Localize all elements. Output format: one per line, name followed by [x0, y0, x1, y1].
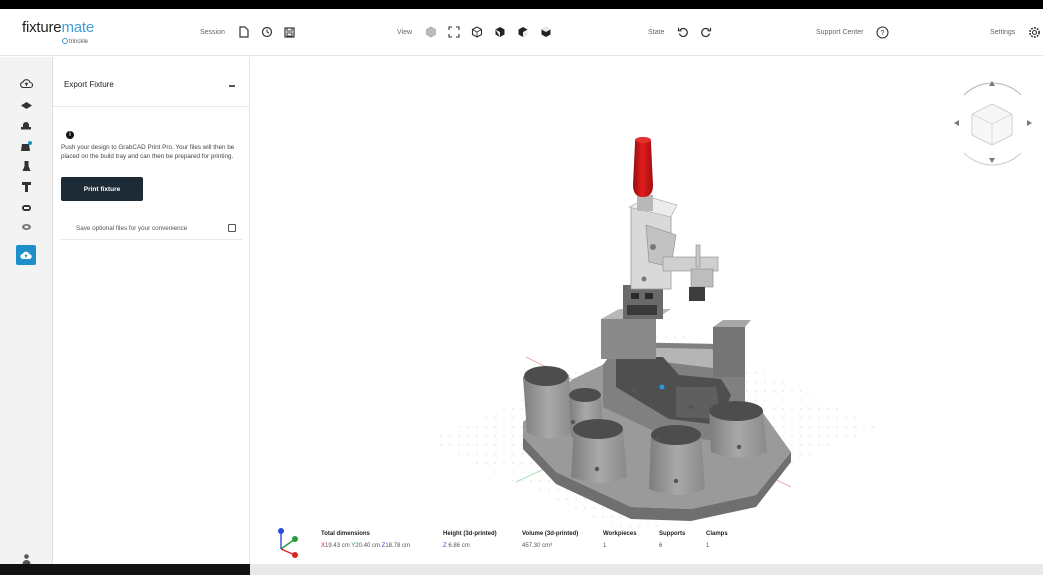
rail-import[interactable]	[15, 74, 37, 92]
view-label: View	[397, 28, 413, 36]
view-fit-icon[interactable]	[447, 25, 461, 39]
optional-files-label: Save optional files for your convenience	[76, 225, 188, 232]
state-label: State	[648, 28, 665, 36]
view-side-icon[interactable]	[516, 25, 530, 39]
total-dimensions-label: Total dimensions	[321, 531, 370, 537]
supports-icon	[22, 161, 30, 171]
new-file-icon[interactable]	[237, 25, 251, 39]
logo-sub-text: trinckle	[69, 39, 89, 45]
fixture-scene[interactable]	[251, 57, 1043, 573]
3d-viewport[interactable]: Total dimensions X19.43 cm Y20.40 cm Z18…	[251, 57, 1043, 573]
logo-main-text: fixture	[22, 19, 62, 36]
clamp-icon	[21, 182, 31, 192]
support-group[interactable]: Support Center ?	[816, 23, 889, 41]
workpiece-icon	[20, 101, 32, 109]
app-logo: fixturemate trinckle	[22, 19, 95, 45]
rail-cutout[interactable]	[15, 218, 37, 236]
optional-files-row[interactable]: Save optional files for your convenience	[61, 218, 242, 240]
optional-files-checkbox[interactable]	[228, 224, 236, 232]
view-iso-icon[interactable]	[470, 25, 484, 39]
top-toolbar: fixturemate trinckle Session View State …	[0, 9, 1043, 56]
cutout-icon	[21, 224, 31, 230]
session-group: Session	[200, 23, 297, 41]
total-dimensions-value: X19.43 cm Y20.40 cm Z18.78 cm	[321, 543, 410, 549]
session-label: Session	[200, 28, 225, 36]
bottom-bar-left	[0, 564, 250, 575]
workpieces-label: Workpieces	[603, 531, 637, 537]
nav-left-arrow-icon	[954, 120, 959, 126]
fixture-icon	[20, 141, 32, 151]
axis-triad	[278, 528, 298, 558]
view-top-icon[interactable]	[539, 25, 553, 39]
trinckle-ring-icon	[62, 38, 68, 44]
stat-volume: Volume (3d-printed) 457.30 cm³	[522, 531, 578, 549]
rail-supports[interactable]	[15, 157, 37, 175]
print-fixture-button[interactable]: Print fixture	[61, 177, 143, 201]
stat-clamps: Clamps 1	[706, 531, 728, 549]
info-text: Push your design to GrabCAD Print Pro. Y…	[61, 144, 235, 160]
rail-baseplate[interactable]	[15, 116, 37, 134]
stat-supports: Supports 6	[659, 531, 685, 549]
help-icon[interactable]: ?	[875, 25, 889, 39]
view-group: View	[397, 23, 553, 41]
state-group: State	[648, 23, 713, 41]
save-icon[interactable]	[283, 25, 297, 39]
bottom-bar	[250, 564, 1043, 575]
label-icon	[21, 205, 31, 211]
app-window: fixturemate trinckle Session View State …	[0, 9, 1043, 573]
rail-export[interactable]	[16, 245, 36, 265]
view-front-icon[interactable]	[493, 25, 507, 39]
height-value: Z 6.86 cm	[443, 543, 470, 549]
height-label: Height (3d-printed)	[443, 531, 497, 537]
export-panel: Export Fixture i Push your design to Gra…	[53, 57, 250, 573]
rail-labels[interactable]	[15, 199, 37, 217]
rail-workpiece[interactable]	[15, 96, 37, 114]
clamps-label: Clamps	[706, 531, 728, 537]
stat-height: Height (3d-printed) Z 6.86 cm	[443, 531, 497, 549]
gear-icon[interactable]	[1027, 25, 1041, 39]
stat-workpieces: Workpieces 1	[603, 531, 637, 549]
redo-icon[interactable]	[699, 25, 713, 39]
panel-title: Export Fixture	[64, 80, 114, 89]
volume-label: Volume (3d-printed)	[522, 531, 579, 537]
clamps-value: 1	[706, 543, 710, 549]
baseplate-icon	[21, 121, 31, 129]
undo-icon[interactable]	[676, 25, 690, 39]
nav-right-arrow-icon	[1027, 120, 1032, 126]
rail-fixture[interactable]	[15, 137, 37, 155]
svg-text:?: ?	[881, 30, 885, 37]
volume-value: 457.30 cm³	[522, 543, 553, 549]
info-icon: i	[66, 131, 74, 139]
view-shaded-icon[interactable]	[424, 25, 438, 39]
supports-value: 6	[659, 543, 663, 549]
logo-accent-text: mate	[61, 19, 95, 36]
settings-group[interactable]: Settings	[990, 23, 1041, 41]
support-center-label[interactable]: Support Center	[816, 29, 863, 36]
left-rail	[0, 57, 53, 573]
rail-clamps[interactable]	[15, 178, 37, 196]
navigation-cube[interactable]	[954, 81, 1032, 166]
cloud-upload-icon	[19, 78, 33, 88]
cloud-export-icon	[20, 251, 32, 260]
panel-header: Export Fixture	[53, 57, 249, 107]
supports-label: Supports	[659, 531, 686, 537]
stat-total-dimensions: Total dimensions X19.43 cm Y20.40 cm Z18…	[321, 531, 410, 549]
history-icon[interactable]	[260, 25, 274, 39]
toggle-clamp-model	[623, 137, 719, 319]
collapse-icon[interactable]	[229, 85, 235, 87]
settings-label[interactable]: Settings	[990, 29, 1015, 36]
nav-down-arrow-icon	[989, 158, 995, 163]
workpieces-value: 1	[603, 543, 607, 549]
